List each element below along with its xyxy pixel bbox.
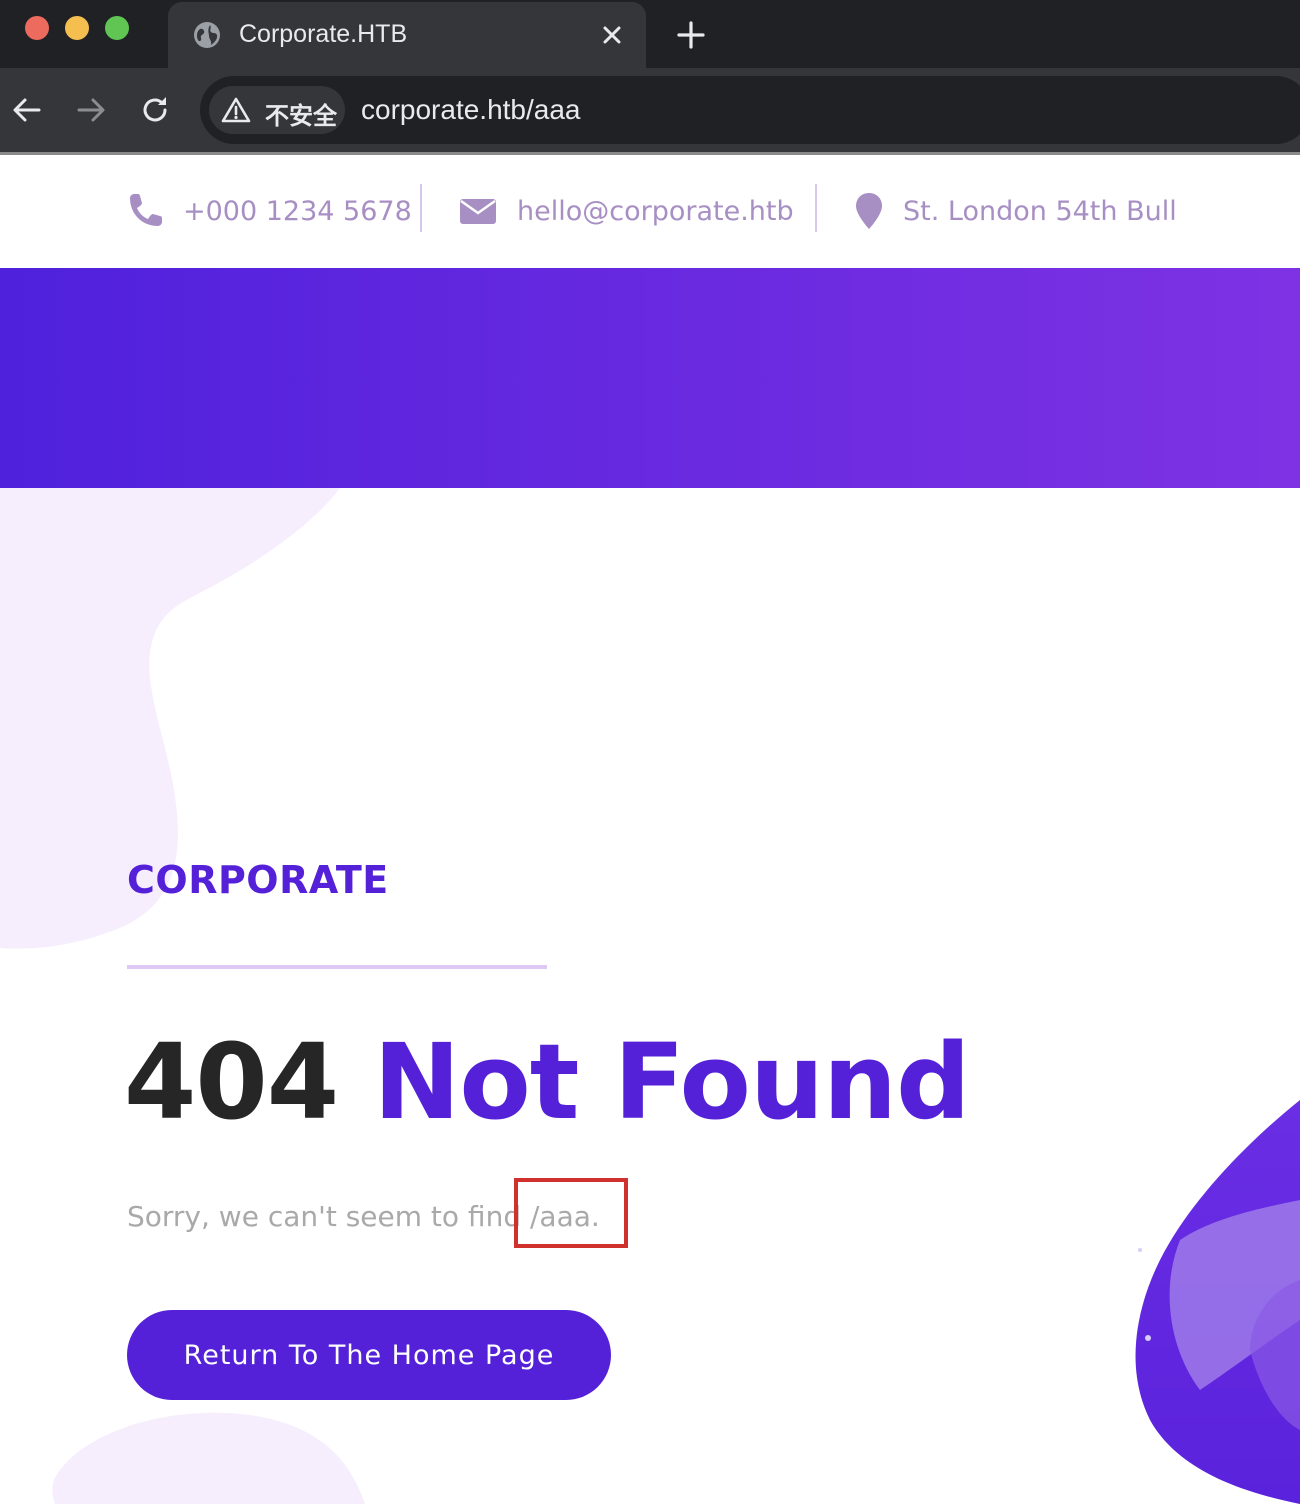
arrow-right-icon[interactable]: [75, 94, 107, 126]
error-message: Not Found: [373, 1021, 970, 1143]
security-label: 不安全: [265, 102, 337, 130]
return-home-button[interactable]: Return To The Home Page: [127, 1310, 611, 1400]
map-pin-icon: [856, 193, 882, 229]
tab-title: Corporate.HTB: [239, 20, 408, 48]
contact-email-text: hello@corporate.htb: [517, 195, 794, 227]
contact-address[interactable]: St. London 54th Bull: [855, 188, 1177, 234]
contact-separator: [815, 184, 817, 232]
minimize-window-button[interactable]: [65, 16, 89, 40]
contact-separator: [420, 184, 422, 232]
annotation-highlight-box: [514, 1178, 628, 1248]
phone-icon: [130, 194, 162, 226]
error-code: 404: [124, 1021, 339, 1143]
brand-logo-text[interactable]: CORPORATE: [127, 858, 389, 902]
decorative-blob-bottom: [52, 1412, 365, 1504]
contact-address-text: St. London 54th Bull: [903, 195, 1177, 227]
arrow-left-icon[interactable]: [11, 94, 43, 126]
error-headline: 404 Not Found: [124, 1021, 971, 1143]
globe-icon: [194, 22, 220, 48]
zoom-window-button[interactable]: [105, 16, 129, 40]
decorative-blob-right: [1135, 1100, 1300, 1504]
plus-icon[interactable]: [675, 19, 707, 51]
hero-banner: [0, 268, 1300, 488]
reload-icon[interactable]: [139, 94, 171, 126]
close-icon[interactable]: [598, 21, 626, 49]
contact-email[interactable]: hello@corporate.htb: [459, 188, 794, 234]
brand-divider: [127, 965, 547, 969]
security-chip[interactable]: 不安全: [209, 86, 345, 134]
warning-triangle-icon: [221, 97, 251, 123]
close-window-button[interactable]: [25, 16, 49, 40]
browser-tab[interactable]: Corporate.HTB: [168, 2, 646, 68]
contact-phone-text: +000 1234 5678: [183, 195, 412, 227]
url-text[interactable]: corporate.htb/aaa: [361, 94, 581, 126]
browser-toolbar: 不安全 corporate.htb/aaa: [0, 68, 1300, 152]
browser-tab-bar: Corporate.HTB: [0, 0, 1300, 68]
contact-bar: +000 1234 5678 hello@corporate.htb St. L…: [0, 155, 1300, 268]
contact-phone[interactable]: +000 1234 5678: [127, 188, 412, 234]
address-bar[interactable]: 不安全 corporate.htb/aaa: [200, 76, 1300, 144]
envelope-icon: [460, 199, 496, 224]
